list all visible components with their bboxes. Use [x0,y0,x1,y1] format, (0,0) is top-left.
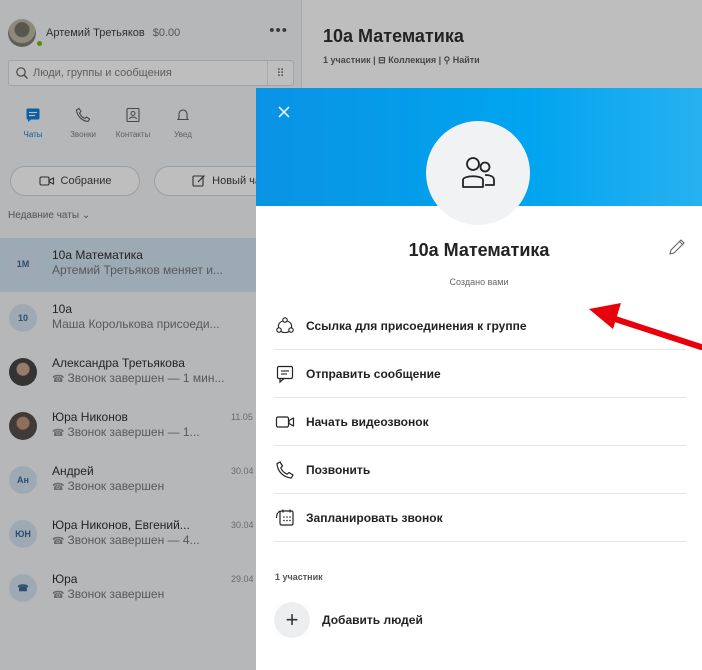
members-count-label: 1 участник [275,572,323,582]
schedule-call-label: Запланировать звонок [306,510,443,525]
audio-call-item[interactable]: Позвонить [274,446,686,494]
group-name: 10а Математика [408,240,550,260]
group-link-icon [274,315,296,337]
send-message-label: Отправить сообщение [306,366,441,381]
group-avatar [426,121,530,225]
created-by-label: Создано вами [449,277,509,287]
plus-icon: + [274,602,310,638]
add-people-label: Добавить людей [322,613,423,627]
close-icon[interactable] [276,104,292,120]
video-icon [274,411,296,433]
phone-icon [274,459,296,481]
video-call-item[interactable]: Начать видеозвонок [274,398,686,446]
send-message-item[interactable]: Отправить сообщение [274,350,686,398]
add-people-button[interactable]: + Добавить людей [274,602,423,638]
group-profile-modal: 10а Математика Создано вами Ссылка для п… [256,88,702,670]
schedule-call-item[interactable]: Запланировать звонок [274,494,686,542]
message-icon [274,363,296,385]
group-link-label: Ссылка для присоединения к группе [306,318,527,333]
calendar-icon [274,507,296,529]
audio-call-label: Позвонить [306,462,371,477]
pencil-icon[interactable] [667,237,687,257]
group-icon [462,157,495,188]
video-call-label: Начать видеозвонок [306,414,429,429]
annotation-arrow-icon [589,303,702,350]
